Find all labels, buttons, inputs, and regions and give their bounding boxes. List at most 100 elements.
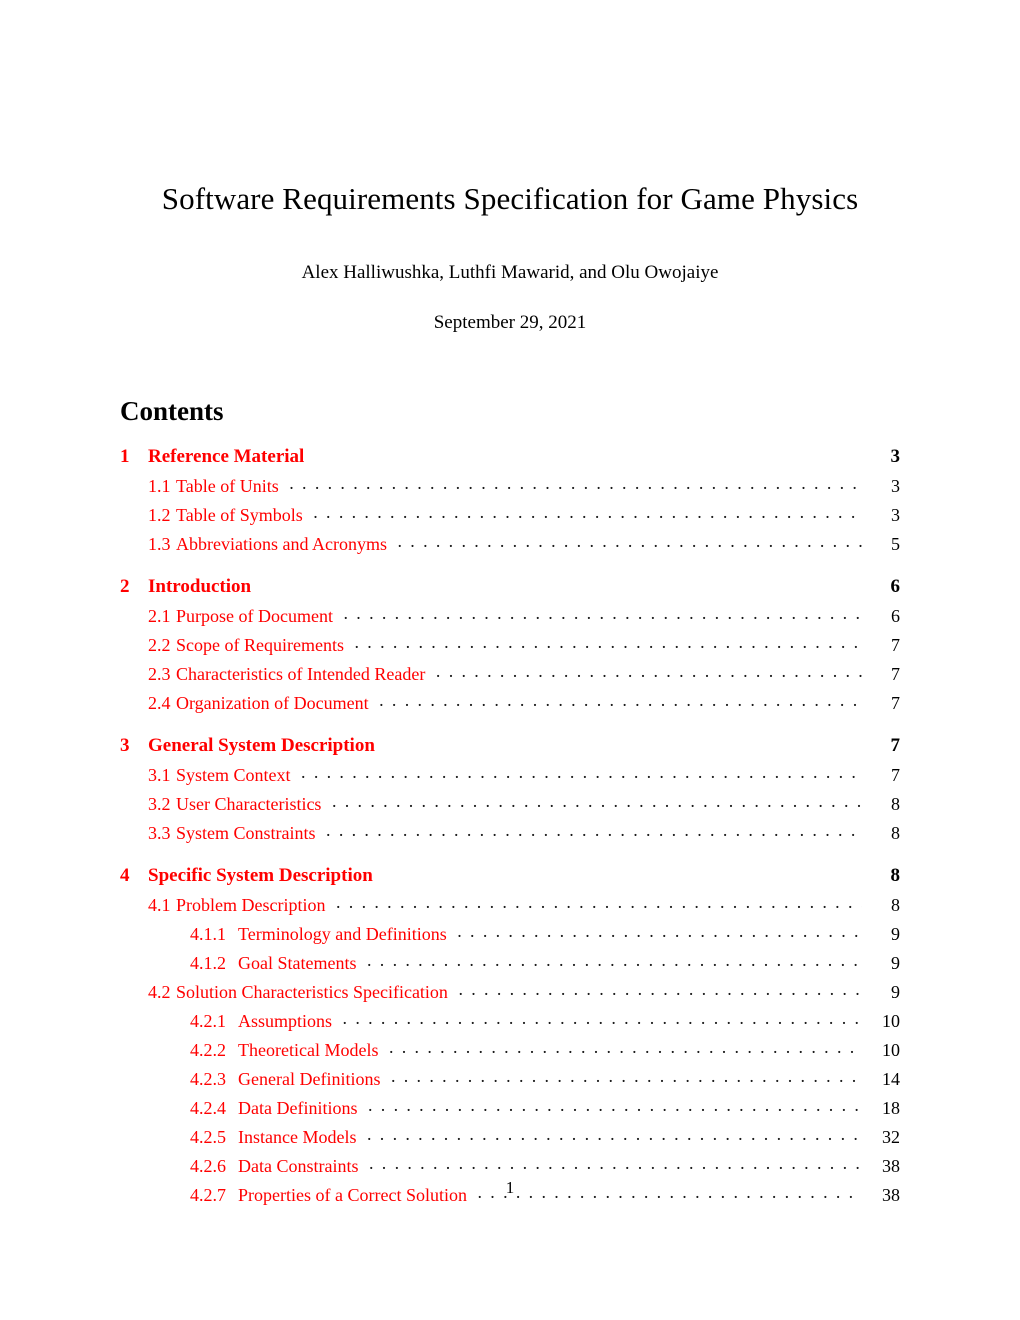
toc-entry-title: General Definitions [238, 1069, 381, 1090]
toc-entry-number: 1.2 [148, 505, 171, 526]
toc-entry-page: 8 [891, 823, 900, 844]
toc-leader-dots [389, 1038, 862, 1056]
toc-leader-dots [368, 1096, 862, 1114]
toc-leader-dots [326, 821, 862, 839]
page-content: Software Requirements Specification for … [120, 0, 900, 1204]
toc-entry-page: 6 [891, 606, 900, 627]
toc-entry-title: Theoretical Models [238, 1040, 379, 1061]
toc-entry[interactable]: 4.2.4 Data Definitions 18 [120, 1096, 900, 1117]
toc-entry[interactable]: 2.4Organization of Document 7 [120, 691, 900, 712]
toc-entry-page: 7 [891, 664, 900, 685]
toc-entry-number: 4.2.1 [190, 1011, 226, 1032]
toc-leader-dots [436, 662, 862, 680]
toc-entry-number: 2.4 [148, 693, 171, 714]
toc-leader-dots [391, 1067, 862, 1085]
document-page: Software Requirements Specification for … [0, 0, 1020, 1320]
toc-entry[interactable]: 3 General System Description 7 [120, 732, 900, 755]
toc-entry[interactable]: 1.2Table of Symbols 3 [120, 503, 900, 524]
toc-entry-number: 3.3 [148, 823, 171, 844]
title-block: Software Requirements Specification for … [120, 0, 900, 334]
toc-entry-title: User Characteristics [176, 794, 322, 815]
toc-entry[interactable]: 3.3System Constraints 8 [120, 821, 900, 842]
toc-entry-page: 9 [891, 953, 900, 974]
toc-entry[interactable]: 1 Reference Material 3 [120, 443, 900, 466]
toc-entry-number: 4.2.4 [190, 1098, 226, 1119]
toc-entry-title: Purpose of Document [176, 606, 333, 627]
toc-leader-dots [397, 532, 862, 550]
toc-entry-title: System Context [176, 765, 291, 786]
toc-entry[interactable]: 2 Introduction 6 [120, 573, 900, 596]
toc-entry-title: Solution Characteristics Specification [176, 982, 448, 1003]
toc-leader-dots [289, 474, 862, 492]
toc-entry-number: 3.2 [148, 794, 171, 815]
toc-entry[interactable]: 4.2 Solution Characteristics Specificatio… [120, 980, 900, 1001]
toc-leader-dots [343, 1009, 862, 1027]
toc-entry[interactable]: 1.3Abbreviations and Acronyms 5 [120, 532, 900, 553]
toc-entry-page: 10 [882, 1011, 900, 1032]
toc-entry-page: 5 [891, 534, 900, 555]
toc-leader-dots [301, 763, 862, 781]
toc-entry[interactable]: 4.2.3 General Definitions 14 [120, 1067, 900, 1088]
toc-entry-title: Data Constraints [238, 1156, 359, 1177]
toc-entry[interactable]: 3.1System Context 7 [120, 763, 900, 784]
toc-entry-page: 8 [891, 794, 900, 815]
toc-entry[interactable]: 4.2.6 Data Constraints 38 [120, 1154, 900, 1175]
page-number-footer: 1 [505, 1178, 515, 1197]
toc-entry-number: 1 [120, 446, 130, 468]
toc-entry-title: Characteristics of Intended Reader [176, 664, 426, 685]
toc-entry[interactable]: 4.2.2 Theoretical Models 10 [120, 1038, 900, 1059]
toc-entry-title: Problem Description [176, 895, 326, 916]
toc-entry-number: 4.2.6 [190, 1156, 226, 1177]
toc-entry-title: Organization of Document [176, 693, 369, 714]
toc-entry-page: 32 [882, 1127, 900, 1148]
toc-entry[interactable]: 1.1Table of Units 3 [120, 474, 900, 495]
toc-entry-number: 4.1.1 [190, 924, 226, 945]
toc-entry[interactable]: 4.1.2 Goal Statements 9 [120, 951, 900, 972]
toc-entry-title: Goal Statements [238, 953, 357, 974]
toc-leader-dots [343, 604, 862, 622]
toc-entry-number: 2.2 [148, 635, 171, 656]
toc-entry-page: 18 [882, 1098, 900, 1119]
toc-entry-page: 3 [890, 446, 901, 468]
toc-entry-number: 2 [120, 576, 130, 598]
toc-entry[interactable]: 2.3Characteristics of Intended Reader 7 [120, 662, 900, 683]
toc-entry[interactable]: 4.1.1 Terminology and Definitions 9 [120, 922, 900, 943]
document-authors: Alex Halliwushka, Luthfi Mawarid, and Ol… [301, 262, 719, 284]
toc-entry-title: Table of Units [176, 476, 279, 497]
toc-entry-page: 10 [882, 1040, 900, 1061]
toc-entry-number: 4.2 [148, 982, 171, 1003]
toc-entry-page: 6 [890, 576, 901, 598]
toc-entry-page: 3 [891, 505, 900, 526]
toc-entry[interactable]: 2.1Purpose of Document 6 [120, 604, 900, 625]
toc-entry-page: 8 [891, 895, 900, 916]
document-title: Software Requirements Specification for … [161, 181, 859, 216]
toc-entry[interactable]: 4.1Problem Description 8 [120, 893, 900, 914]
toc-entry-number: 4.2.3 [190, 1069, 226, 1090]
toc-entry-title: Scope of Requirements [176, 635, 344, 656]
toc-entry[interactable]: 3.2User Characteristics 8 [120, 792, 900, 813]
toc-entry-page: 8 [890, 865, 901, 887]
toc-entry-number: 2.1 [148, 606, 171, 627]
toc-entry-page: 7 [891, 765, 900, 786]
toc-entry-page: 9 [891, 982, 900, 1003]
toc-entry-title: Abbreviations and Acronyms [176, 534, 387, 555]
toc-entry-number: 1.1 [148, 476, 171, 497]
toc-entry-page: 7 [891, 693, 900, 714]
toc-entry[interactable]: 4.2.1 Assumptions 10 [120, 1009, 900, 1030]
toc-entry-title: Assumptions [238, 1011, 333, 1032]
toc-entry-title: Specific System Description [148, 865, 373, 887]
toc-entry-number: 4.1.2 [190, 953, 226, 974]
toc-entry-title: Instance Models [238, 1127, 357, 1148]
toc-entry[interactable]: 4 Specific System Description 8 [120, 862, 900, 885]
toc-entry-page: 14 [882, 1069, 900, 1090]
toc-leader-dots [457, 922, 862, 940]
toc-entry-page: 7 [891, 635, 900, 656]
toc-entry[interactable]: 2.2Scope of Requirements 7 [120, 633, 900, 654]
toc-entry[interactable]: 4.2.5 Instance Models 32 [120, 1125, 900, 1146]
toc-leader-dots [379, 691, 862, 709]
toc-entry-title: Terminology and Definitions [238, 924, 447, 945]
toc-entry-page: 7 [890, 735, 901, 757]
toc-entry-title: System Constraints [176, 823, 316, 844]
toc-leader-dots [313, 503, 862, 521]
toc-entry-page: 9 [891, 924, 900, 945]
